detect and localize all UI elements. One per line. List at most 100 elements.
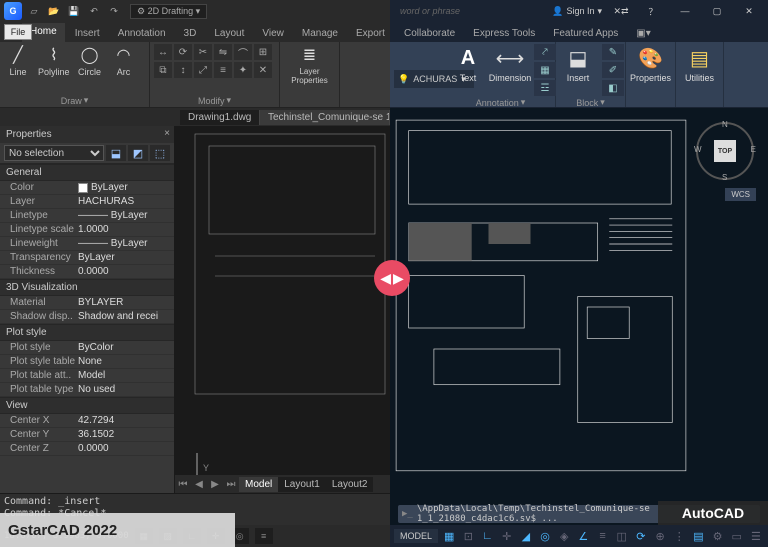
mleader-icon[interactable]: ☲ [534,80,556,96]
property-row[interactable]: Linetype scale1.0000 [0,223,174,237]
property-value[interactable]: HACHURAS [78,196,174,207]
annomonitor-toggle[interactable]: ⊕ [652,528,668,544]
isodraft-toggle[interactable]: ◢ [518,528,534,544]
insert-button[interactable]: ⬓Insert [560,44,596,83]
property-value[interactable]: BYLAYER [78,297,174,308]
property-row[interactable]: MaterialBYLAYER [0,296,174,310]
tab-view[interactable]: View [254,25,292,42]
property-value[interactable]: 42.7294 [78,415,174,426]
property-value[interactable]: No used [78,384,174,395]
property-row[interactable]: Plot table att..Model [0,369,174,383]
lwt-toggle[interactable]: ≡ [255,528,273,544]
customize-icon[interactable]: ☰ [748,528,764,544]
tab-nav-prev-icon[interactable]: ◀ [191,479,207,490]
tab-nav-last-icon[interactable]: ⏭ [223,479,239,490]
property-row[interactable]: Thickness0.0000 [0,265,174,279]
layout-tab[interactable]: Layout1 [278,477,326,492]
tab-featured[interactable]: Featured Apps [545,25,626,42]
property-value[interactable]: 36.1502 [78,429,174,440]
tab-nav-first-icon[interactable]: ⏮ [175,479,191,490]
close-button[interactable]: ✕ [736,2,762,20]
quickprops-toggle[interactable]: ▤ [690,528,706,544]
attr-icon[interactable]: ◧ [602,80,624,96]
exchange-icon[interactable]: ✕⇄ [608,2,634,20]
category-view[interactable]: View [0,397,174,414]
transparency-toggle[interactable]: ◫ [614,528,630,544]
select-objects-icon[interactable]: ◩ [128,145,148,161]
tab-annotation[interactable]: Annotation [110,25,174,42]
category-plot[interactable]: Plot style [0,324,174,341]
line-button[interactable]: ╱Line [4,44,32,77]
stretch-icon[interactable]: ↕ [174,62,192,78]
tab-3d[interactable]: 3D [176,25,205,42]
quick-select-icon[interactable]: ⬓ [106,145,126,161]
maximize-button[interactable]: ▢ [704,2,730,20]
tab-express[interactable]: Express Tools [465,25,543,42]
otrack-toggle[interactable]: ∠ [575,528,591,544]
properties-button[interactable]: 🎨Properties [630,44,671,83]
circle-button[interactable]: ◯Circle [76,44,104,77]
cycling-toggle[interactable]: ⟳ [633,528,649,544]
save-icon[interactable]: 💾 [66,3,82,19]
property-value[interactable]: ——— ByLayer [78,210,174,221]
tab-collaborate[interactable]: Collaborate [396,25,463,42]
snap-toggle[interactable]: ⊡ [460,528,476,544]
array-icon[interactable]: ⊞ [254,44,272,60]
comparison-slider-handle[interactable]: ◀▶ [374,260,410,296]
help-icon[interactable]: ？ [640,2,666,20]
viewcube-top-face[interactable]: TOP [714,140,736,162]
property-row[interactable]: Lineweight——— ByLayer [0,237,174,251]
category-3d[interactable]: 3D Visualization [0,279,174,296]
property-value[interactable]: Shadow and recei [78,311,174,322]
drawing-canvas-right[interactable]: TOP N S E W WCS ▶_\AppData\Local\Temp\Te… [390,108,768,547]
fillet-icon[interactable]: ⌒ [234,44,252,60]
tab-manage[interactable]: Manage [294,25,346,42]
wcs-indicator[interactable]: WCS [725,188,756,201]
lwt-toggle[interactable]: ≡ [594,528,610,544]
property-row[interactable]: ColorByLayer [0,181,174,195]
open-icon[interactable]: 📂 [46,3,62,19]
property-value[interactable]: ByColor [78,342,174,353]
osnap-toggle[interactable]: ◎ [537,528,553,544]
arc-button[interactable]: ◠Arc [110,44,138,77]
units-toggle[interactable]: ⋮ [671,528,687,544]
minimize-button[interactable]: — [672,2,698,20]
viewcube[interactable]: TOP N S E W [696,122,754,180]
create-block-icon[interactable]: ✎ [602,44,624,60]
table-icon[interactable]: ▦ [534,62,556,78]
clean-screen-toggle[interactable]: ▭ [729,528,745,544]
property-value[interactable]: ByLayer [78,182,174,193]
help-search-input[interactable]: word or phrase [396,6,546,16]
layout-tab[interactable]: Layout2 [326,477,374,492]
property-row[interactable]: Plot style tableNone [0,355,174,369]
property-row[interactable]: LayerHACHURAS [0,195,174,209]
property-row[interactable]: Linetype——— ByLayer [0,209,174,223]
leader-icon[interactable]: ⤤ [534,44,556,60]
redo-icon[interactable]: ↷ [106,3,122,19]
polyline-button[interactable]: ⌇Polyline [38,44,70,77]
dimension-button[interactable]: ⟷Dimension [492,44,528,83]
property-value[interactable]: None [78,356,174,367]
property-value[interactable]: ByLayer [78,252,174,263]
trim-icon[interactable]: ✂ [194,44,212,60]
close-icon[interactable]: × [164,128,170,139]
rotate-icon[interactable]: ⟳ [174,44,192,60]
ribbon-overflow-icon[interactable]: ▣▾ [628,25,658,42]
erase-icon[interactable]: ✕ [254,62,272,78]
scale-icon[interactable]: ⤢ [194,62,212,78]
property-value[interactable]: 0.0000 [78,266,174,277]
app-logo-gstarcad[interactable]: G [4,2,22,20]
utilities-button[interactable]: ▤Utilities [680,44,719,83]
property-value[interactable]: 0.0000 [78,443,174,454]
property-row[interactable]: Center X42.7294 [0,414,174,428]
property-row[interactable]: Plot table typeNo used [0,383,174,397]
grid-toggle[interactable]: ▦ [441,528,457,544]
offset-icon[interactable]: ≡ [214,62,232,78]
text-button[interactable]: AText [450,44,486,83]
model-space-button[interactable]: MODEL [394,529,438,543]
doc-tab[interactable]: Drawing1.dwg [180,110,260,125]
doc-tab[interactable]: Techinstel_Comunique-se 1.dw [260,110,390,125]
category-general[interactable]: General [0,164,174,181]
tab-layout[interactable]: Layout [206,25,252,42]
panel-title[interactable]: Draw ▾ [4,94,145,107]
